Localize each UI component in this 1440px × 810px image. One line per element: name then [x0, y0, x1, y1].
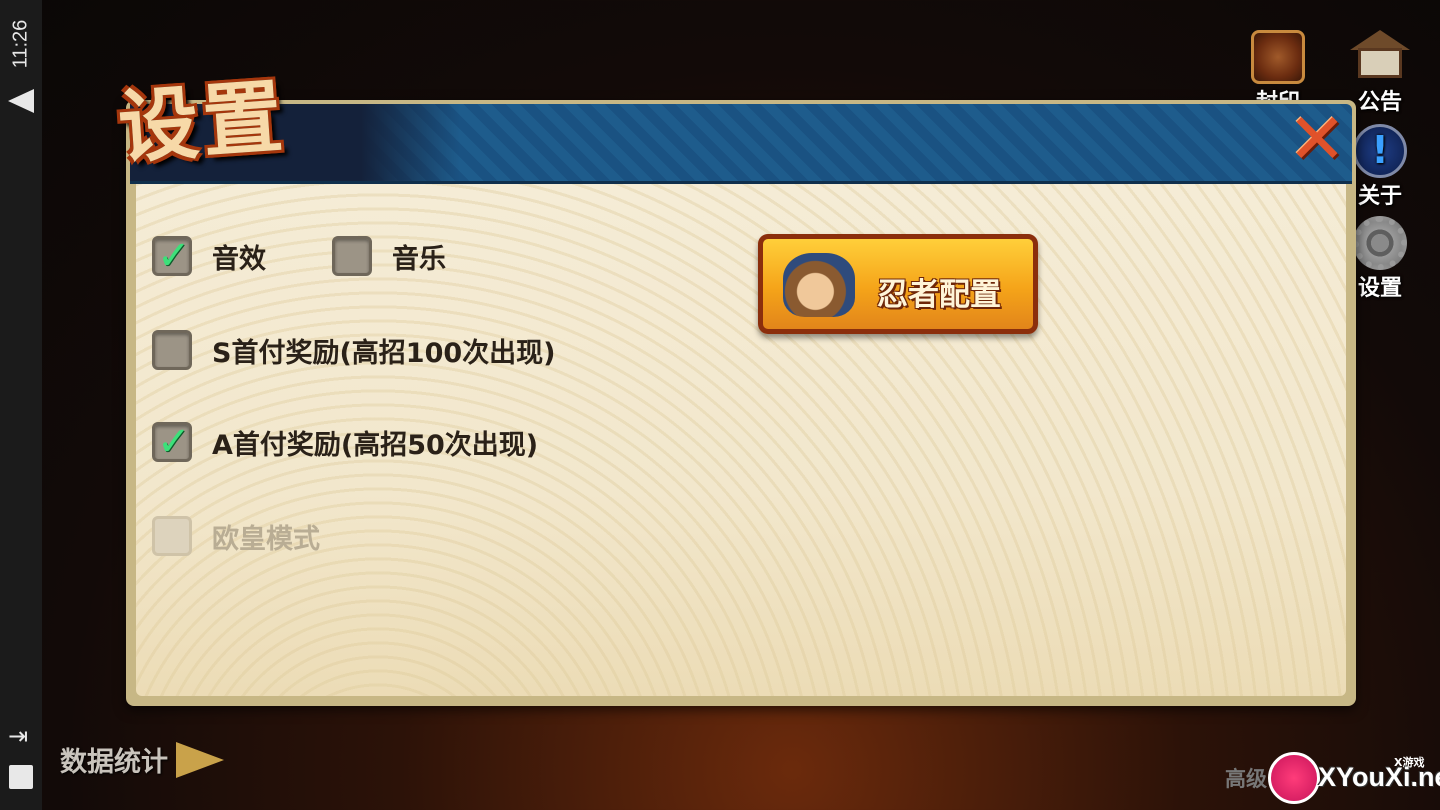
option-label: 音效	[212, 243, 266, 275]
option-music[interactable]: 音乐	[332, 236, 446, 276]
data-stats-label: 数据统计	[60, 747, 168, 778]
checkbox-sound-effects[interactable]: ✓	[152, 233, 192, 279]
option-a-first-reward[interactable]: ✓ A首付奖励(高招50次出现)	[152, 419, 539, 465]
arrow-right-icon	[176, 741, 224, 778]
close-button[interactable]: ✕	[1282, 104, 1352, 174]
advanced-label[interactable]: 高级	[1225, 763, 1267, 793]
checkbox-lucky-mode	[152, 516, 192, 556]
status-time: 11:26	[9, 19, 32, 69]
checkbox-a-first-reward[interactable]: ✓	[152, 419, 192, 465]
option-lucky-mode: 欧皇模式	[152, 516, 320, 556]
battery-icon	[9, 765, 33, 789]
option-label: S首付奖励(高招100次出现)	[212, 337, 556, 369]
gear-icon	[1353, 216, 1407, 270]
close-icon: ✕	[1287, 98, 1347, 180]
watermark-logo-icon	[1268, 752, 1320, 804]
dialog-title: 设置	[115, 69, 290, 175]
checkbox-s-first-reward[interactable]	[152, 330, 192, 370]
ninja-config-label: 忍者配置	[877, 277, 1001, 313]
status-bar: 11:26 ⇥	[0, 0, 42, 810]
checkbox-music[interactable]	[332, 236, 372, 276]
option-s-first-reward[interactable]: S首付奖励(高招100次出现)	[152, 330, 556, 370]
check-icon: ✓	[157, 419, 191, 465]
settings-dialog	[126, 100, 1356, 706]
data-stats-link[interactable]: 数据统计	[60, 740, 224, 779]
dialog-header	[130, 104, 1352, 184]
notice-board-icon	[1350, 30, 1410, 84]
watermark-text: XYouXi.net	[1318, 762, 1440, 792]
enter-icon: ⇥	[8, 722, 29, 750]
ninja-config-button[interactable]: 忍者配置	[758, 234, 1038, 334]
ninja-avatar-icon	[783, 253, 855, 317]
wifi-icon	[8, 89, 34, 113]
option-label: A首付奖励(高招50次出现)	[212, 429, 539, 461]
info-icon: !	[1353, 124, 1407, 178]
option-label: 音乐	[392, 243, 446, 275]
option-label: 欧皇模式	[212, 523, 320, 555]
seal-icon	[1251, 30, 1305, 84]
option-sound-effects[interactable]: ✓ 音效	[152, 233, 266, 279]
check-icon: ✓	[157, 233, 191, 279]
